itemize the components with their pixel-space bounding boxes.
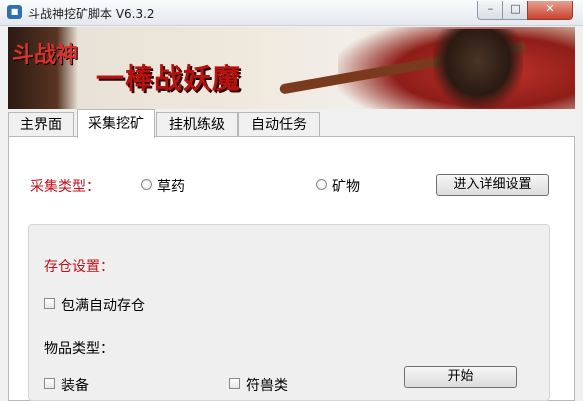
collect-type-label: 采集类型：: [30, 179, 100, 195]
auto-store-checkbox[interactable]: [44, 298, 55, 309]
banner-slogan: 一棒战妖魔: [96, 62, 242, 95]
talisman-beast-label[interactable]: 符兽类: [246, 375, 288, 395]
tab-hang-level[interactable]: 挂机练级: [156, 112, 238, 137]
storage-settings-title: 存仓设置：: [44, 259, 114, 275]
item-type-label: 物品类型：: [44, 341, 114, 357]
detail-settings-button[interactable]: 进入详细设置: [436, 174, 549, 196]
auto-store-label[interactable]: 包满自动存仓: [61, 295, 145, 315]
herb-radio-label[interactable]: 草药: [157, 176, 185, 196]
tab-bar: 主界面 采集挖矿 挂机练级 自动任务: [8, 109, 575, 138]
banner-logo: 斗战神: [12, 42, 79, 68]
mineral-radio-label[interactable]: 矿物: [332, 176, 360, 196]
window-title: 斗战神挖矿脚本 V6.3.2: [28, 7, 155, 21]
app-window: ■ 斗战神挖矿脚本 V6.3.2 – □ ✕ 斗战神 一棒战妖魔 主界面 采集挖…: [0, 0, 583, 401]
title-bar[interactable]: ■ 斗战神挖矿脚本 V6.3.2 – □ ✕: [0, 0, 583, 26]
minimize-button[interactable]: –: [477, 1, 504, 20]
maximize-button[interactable]: □: [502, 1, 529, 20]
start-button[interactable]: 开始: [404, 366, 517, 388]
banner-warrior: [433, 29, 523, 109]
tab-main[interactable]: 主界面: [8, 112, 74, 137]
tab-collect[interactable]: 采集挖矿: [77, 109, 155, 138]
herb-radio[interactable]: [141, 179, 152, 190]
talisman-beast-checkbox[interactable]: [229, 378, 240, 389]
app-icon: ■: [7, 5, 22, 19]
tab-auto-task[interactable]: 自动任务: [238, 112, 320, 137]
close-button[interactable]: ✕: [527, 1, 573, 20]
game-banner: 斗战神 一棒战妖魔: [8, 27, 575, 109]
equipment-label[interactable]: 装备: [61, 375, 89, 395]
equipment-checkbox[interactable]: [44, 378, 55, 389]
mineral-radio[interactable]: [316, 179, 327, 190]
